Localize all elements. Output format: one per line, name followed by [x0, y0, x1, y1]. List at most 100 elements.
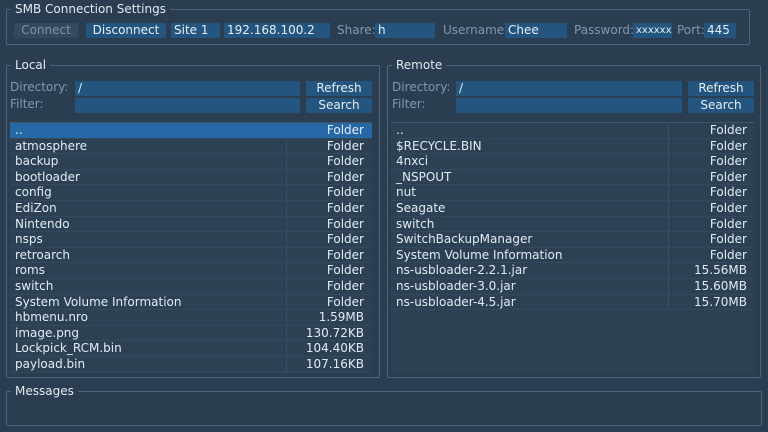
- file-row[interactable]: image.png 130.72KB: [10, 325, 372, 342]
- file-name: EdiZon: [15, 200, 57, 215]
- host-input[interactable]: 192.168.100.2: [224, 23, 330, 38]
- file-row[interactable]: atmosphere Folder: [10, 138, 372, 155]
- file-name: ns-usbloader-4.5.jar: [396, 294, 516, 309]
- file-name: backup: [15, 154, 59, 169]
- file-row[interactable]: roms Folder: [10, 263, 372, 279]
- file-type-size: Folder: [709, 232, 747, 247]
- file-type-size: Folder: [709, 123, 747, 137]
- column-divider: [286, 310, 287, 325]
- file-type-size: Folder: [709, 200, 747, 215]
- file-name: switch: [15, 278, 54, 293]
- file-type-size: Folder: [709, 154, 747, 169]
- file-row[interactable]: backup Folder: [10, 154, 372, 170]
- file-row[interactable]: nut Folder: [391, 185, 755, 201]
- file-type-size: 1.59MB: [318, 310, 364, 325]
- column-divider: [286, 232, 287, 247]
- remote-file-list[interactable]: .. Folder $RECYCLE.BIN Folder 4nxci Folder _NS…: [391, 122, 755, 373]
- column-divider: [668, 169, 669, 185]
- file-row[interactable]: hbmenu.nro 1.59MB: [10, 310, 372, 326]
- file-name: switch: [396, 216, 435, 231]
- file-type-size: Folder: [709, 169, 747, 184]
- file-row[interactable]: ns-usbloader-4.5.jar 15.70MB: [391, 294, 755, 311]
- file-name: System Volume Information: [15, 294, 182, 309]
- file-name: payload.bin: [15, 356, 86, 371]
- file-row[interactable]: switch Folder: [391, 216, 755, 233]
- file-row[interactable]: EdiZon Folder: [10, 200, 372, 217]
- file-row[interactable]: nsps Folder: [10, 232, 372, 248]
- file-row[interactable]: System Volume Information Folder: [391, 247, 755, 264]
- column-divider: [286, 278, 287, 294]
- messages-text: [14, 404, 754, 419]
- file-name: image.png: [15, 325, 80, 340]
- file-name: bootloader: [15, 169, 80, 184]
- port-input[interactable]: 445: [704, 23, 736, 38]
- local-directory-input[interactable]: /: [75, 81, 300, 96]
- file-row[interactable]: Seagate Folder: [391, 200, 755, 217]
- connect-button[interactable]: Connect: [14, 23, 78, 38]
- file-type-size: Folder: [326, 263, 364, 278]
- column-divider: [668, 154, 669, 169]
- share-input[interactable]: h: [375, 23, 435, 38]
- file-type-size: 130.72KB: [305, 325, 364, 340]
- connection-settings-title: SMB Connection Settings: [15, 2, 166, 16]
- file-type-size: 15.60MB: [694, 278, 747, 293]
- file-name: nut: [396, 185, 416, 200]
- local-refresh-button[interactable]: Refresh: [306, 81, 372, 96]
- remote-refresh-button[interactable]: Refresh: [688, 81, 754, 96]
- local-panel-title: Local: [15, 58, 47, 72]
- remote-search-button[interactable]: Search: [688, 98, 754, 113]
- file-type-size: Folder: [326, 247, 364, 262]
- file-type-size: Folder: [326, 232, 364, 247]
- file-name: $RECYCLE.BIN: [396, 138, 482, 153]
- file-row[interactable]: Nintendo Folder: [10, 216, 372, 233]
- file-type-size: Folder: [709, 185, 747, 200]
- file-row[interactable]: .. Folder: [10, 123, 372, 139]
- port-label: Port:: [677, 23, 705, 37]
- file-name: hbmenu.nro: [15, 310, 88, 325]
- file-row[interactable]: _NSPOUT Folder: [391, 169, 755, 186]
- file-type-size: 104.40KB: [305, 341, 364, 356]
- file-type-size: Folder: [326, 185, 364, 200]
- file-row[interactable]: ns-usbloader-3.0.jar 15.60MB: [391, 278, 755, 295]
- file-row[interactable]: ns-usbloader-2.2.1.jar 15.56MB: [391, 263, 755, 279]
- file-type-size: 107.16KB: [305, 356, 364, 371]
- file-name: System Volume Information: [396, 247, 563, 262]
- local-search-button[interactable]: Search: [306, 98, 372, 113]
- file-row[interactable]: retroarch Folder: [10, 247, 372, 264]
- remote-filter-input[interactable]: [456, 98, 682, 113]
- column-divider: [286, 185, 287, 200]
- file-row[interactable]: $RECYCLE.BIN Folder: [391, 138, 755, 155]
- file-name: nsps: [15, 232, 43, 247]
- file-row[interactable]: bootloader Folder: [10, 169, 372, 186]
- file-name: roms: [15, 263, 45, 278]
- local-file-list[interactable]: .. Folder atmosphere Folder backup Folder boot…: [10, 122, 372, 373]
- file-type-size: Folder: [326, 278, 364, 293]
- messages-title: Messages: [15, 384, 74, 398]
- file-row[interactable]: 4nxci Folder: [391, 154, 755, 170]
- column-divider: [668, 232, 669, 247]
- file-type-size: Folder: [709, 138, 747, 153]
- password-input[interactable]: xxxxxx: [633, 23, 672, 38]
- local-filter-input[interactable]: [75, 98, 300, 113]
- file-type-size: Folder: [326, 169, 364, 184]
- file-row[interactable]: config Folder: [10, 185, 372, 201]
- file-name: retroarch: [15, 247, 70, 262]
- file-row[interactable]: switch Folder: [10, 278, 372, 295]
- column-divider: [668, 138, 669, 154]
- disconnect-button[interactable]: Disconnect: [86, 23, 166, 38]
- file-name: config: [15, 185, 52, 200]
- file-type-size: Folder: [709, 247, 747, 262]
- file-row[interactable]: payload.bin 107.16KB: [10, 356, 372, 373]
- column-divider: [668, 294, 669, 310]
- column-divider: [286, 247, 287, 263]
- file-row[interactable]: .. Folder: [391, 123, 755, 139]
- file-row[interactable]: System Volume Information Folder: [10, 294, 372, 311]
- file-row[interactable]: Lockpick_RCM.bin 104.40KB: [10, 341, 372, 357]
- remote-directory-input[interactable]: /: [456, 81, 682, 96]
- file-name: 4nxci: [396, 154, 429, 169]
- file-type-size: 15.70MB: [694, 294, 747, 309]
- file-row[interactable]: SwitchBackupManager Folder: [391, 232, 755, 248]
- site-selector[interactable]: Site 1: [171, 23, 220, 38]
- column-divider: [286, 356, 287, 372]
- username-input[interactable]: Chee: [505, 23, 567, 38]
